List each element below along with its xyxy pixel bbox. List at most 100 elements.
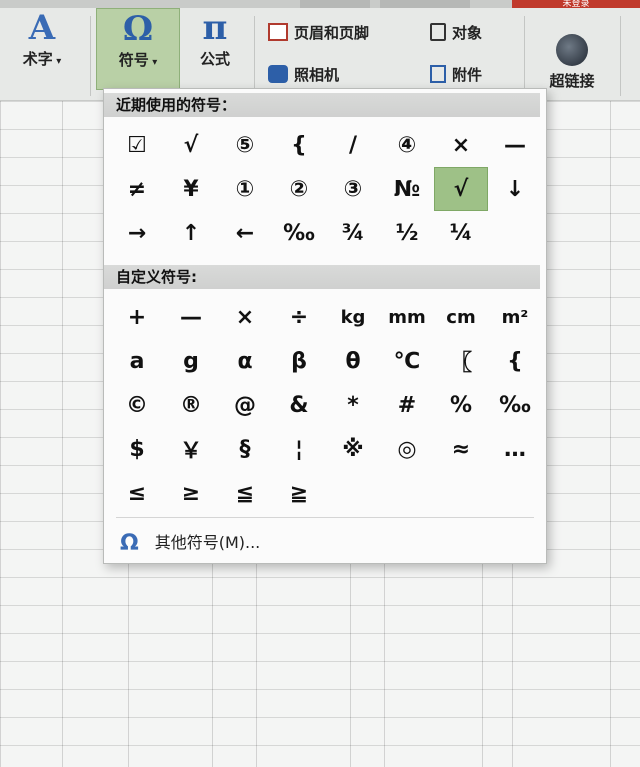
recent-symbol[interactable]: ↑: [164, 211, 218, 255]
custom-symbols-grid: + — × ÷ kg mm cm m² a g α β θ ℃ 〖{ © ® @ & * #% ‰ $ ￥ § ¦ ※ ◎ ≈… ≤ ≥ ≦ ≧: [110, 295, 542, 515]
custom-symbol[interactable]: a: [110, 339, 164, 383]
recent-symbol[interactable]: ≠: [110, 167, 164, 211]
recent-symbol[interactable]: ‰: [272, 211, 326, 255]
custom-symbol[interactable]: —: [164, 295, 218, 339]
recent-symbol[interactable]: ☑: [110, 123, 164, 167]
custom-symbol[interactable]: ÷: [272, 295, 326, 339]
symbol-label: 符号: [118, 51, 149, 69]
custom-symbol[interactable]: β: [272, 339, 326, 383]
custom-symbol[interactable]: ×: [218, 295, 272, 339]
custom-symbol[interactable]: ≦: [218, 471, 272, 515]
tab-chip: [380, 0, 470, 8]
recent-symbol[interactable]: ③: [326, 167, 380, 211]
camera-icon: [268, 65, 288, 83]
custom-symbol[interactable]: …: [488, 427, 542, 471]
recent-symbol[interactable]: ¥: [164, 167, 218, 211]
custom-symbol[interactable]: ®: [164, 383, 218, 427]
ribbon-separator: [620, 16, 621, 96]
custom-symbol[interactable]: +: [110, 295, 164, 339]
recent-symbol[interactable]: ×: [434, 123, 488, 167]
custom-symbol[interactable]: ©: [110, 383, 164, 427]
object-label: 对象: [452, 24, 483, 42]
custom-symbol[interactable]: cm: [434, 295, 488, 339]
recent-symbol[interactable]: {: [272, 123, 326, 167]
recent-symbol[interactable]: ¼: [434, 211, 488, 255]
custom-symbol[interactable]: {: [488, 339, 542, 383]
custom-symbol[interactable]: #: [380, 383, 434, 427]
art-text-button[interactable]: A 术字 ▾: [0, 8, 84, 69]
header-footer-icon: [268, 23, 288, 41]
object-button[interactable]: 对象: [430, 22, 482, 43]
custom-symbol[interactable]: m²: [488, 295, 542, 339]
column-line: [62, 101, 63, 767]
recent-symbol[interactable]: √: [434, 167, 488, 211]
custom-symbol[interactable]: ‰: [488, 383, 542, 427]
recent-symbol[interactable]: ½: [380, 211, 434, 255]
hyperlink-label: 超链接: [549, 72, 595, 90]
attachment-label: 附件: [452, 66, 483, 84]
recent-symbol[interactable]: →: [110, 211, 164, 255]
login-status[interactable]: 未登录: [512, 0, 640, 8]
custom-symbol[interactable]: @: [218, 383, 272, 427]
recent-symbol[interactable]: —: [488, 123, 542, 167]
ribbon-separator: [90, 16, 91, 96]
omega-icon: Ω: [120, 531, 139, 556]
custom-symbol[interactable]: *: [326, 383, 380, 427]
header-footer-button[interactable]: 页眉和页脚: [268, 22, 369, 43]
custom-symbol[interactable]: $: [110, 427, 164, 471]
recent-symbol[interactable]: √: [164, 123, 218, 167]
attachment-button[interactable]: 附件: [430, 64, 482, 85]
custom-symbol[interactable]: §: [218, 427, 272, 471]
custom-symbol[interactable]: mm: [380, 295, 434, 339]
custom-symbol[interactable]: &: [272, 383, 326, 427]
custom-symbol[interactable]: %: [434, 383, 488, 427]
recent-symbol[interactable]: №: [380, 167, 434, 211]
object-icon: [430, 23, 446, 41]
recent-symbol[interactable]: ②: [272, 167, 326, 211]
custom-symbol[interactable]: ≥: [164, 471, 218, 515]
custom-symbol[interactable]: ￥: [164, 427, 218, 471]
custom-symbol[interactable]: α: [218, 339, 272, 383]
more-symbols-label: 其他符号(M)...: [154, 533, 261, 552]
formula-button[interactable]: π 公式: [182, 8, 248, 69]
footer-divider: [116, 517, 534, 518]
symbol-button[interactable]: Ω 符号 ▾: [96, 8, 180, 90]
recent-symbol[interactable]: ①: [218, 167, 272, 211]
custom-symbol[interactable]: ※: [326, 427, 380, 471]
recent-symbols-header: 近期使用的符号：: [104, 93, 540, 117]
custom-symbol[interactable]: ≧: [272, 471, 326, 515]
symbol-popup: 近期使用的符号： ☑ √ ⑤{/ ④ × — ≠ ¥ ① ② ③ № √ ↓ → ↑ ← ‰ ¾ ½ ¼ 自定义符号: …: [103, 88, 547, 564]
header-footer-label: 页眉和页脚: [294, 24, 370, 42]
recent-symbol[interactable]: ¾: [326, 211, 380, 255]
recent-symbol[interactable]: ↓: [488, 167, 542, 211]
recent-symbol[interactable]: ④: [380, 123, 434, 167]
hyperlink-button[interactable]: 超链接: [534, 34, 610, 91]
art-text-icon: A: [28, 8, 56, 48]
top-strip: 未登录: [0, 0, 640, 8]
custom-symbol[interactable]: θ: [326, 339, 380, 383]
custom-symbol[interactable]: ◎: [380, 427, 434, 471]
globe-icon: [556, 34, 588, 66]
formula-label: 公式: [199, 50, 230, 68]
tab-chip: [300, 0, 370, 8]
custom-symbol[interactable]: g: [164, 339, 218, 383]
recent-symbol[interactable]: ⑤: [218, 123, 272, 167]
custom-symbol[interactable]: ≤: [110, 471, 164, 515]
custom-symbol[interactable]: ¦: [272, 427, 326, 471]
art-text-label: 术字: [22, 50, 53, 68]
column-line: [610, 101, 611, 767]
chevron-down-icon: ▾: [148, 57, 158, 68]
recent-symbols-grid: ☑ √ ⑤{/ ④ × — ≠ ¥ ① ② ③ № √ ↓ → ↑ ← ‰ ¾ ½ ¼: [110, 123, 542, 255]
custom-symbol[interactable]: ≈: [434, 427, 488, 471]
custom-symbol[interactable]: ℃: [380, 339, 434, 383]
custom-symbol[interactable]: 〖: [434, 339, 488, 383]
camera-button[interactable]: 照相机: [268, 64, 339, 85]
pi-icon: π: [202, 8, 228, 48]
attachment-icon: [430, 65, 446, 83]
ribbon-separator: [254, 16, 255, 96]
omega-icon: Ω: [122, 9, 154, 49]
recent-symbol[interactable]: /: [326, 123, 380, 167]
recent-symbol[interactable]: ←: [218, 211, 272, 255]
custom-symbol[interactable]: kg: [326, 295, 380, 339]
more-symbols-button[interactable]: Ω 其他符号(M)...: [120, 529, 260, 556]
